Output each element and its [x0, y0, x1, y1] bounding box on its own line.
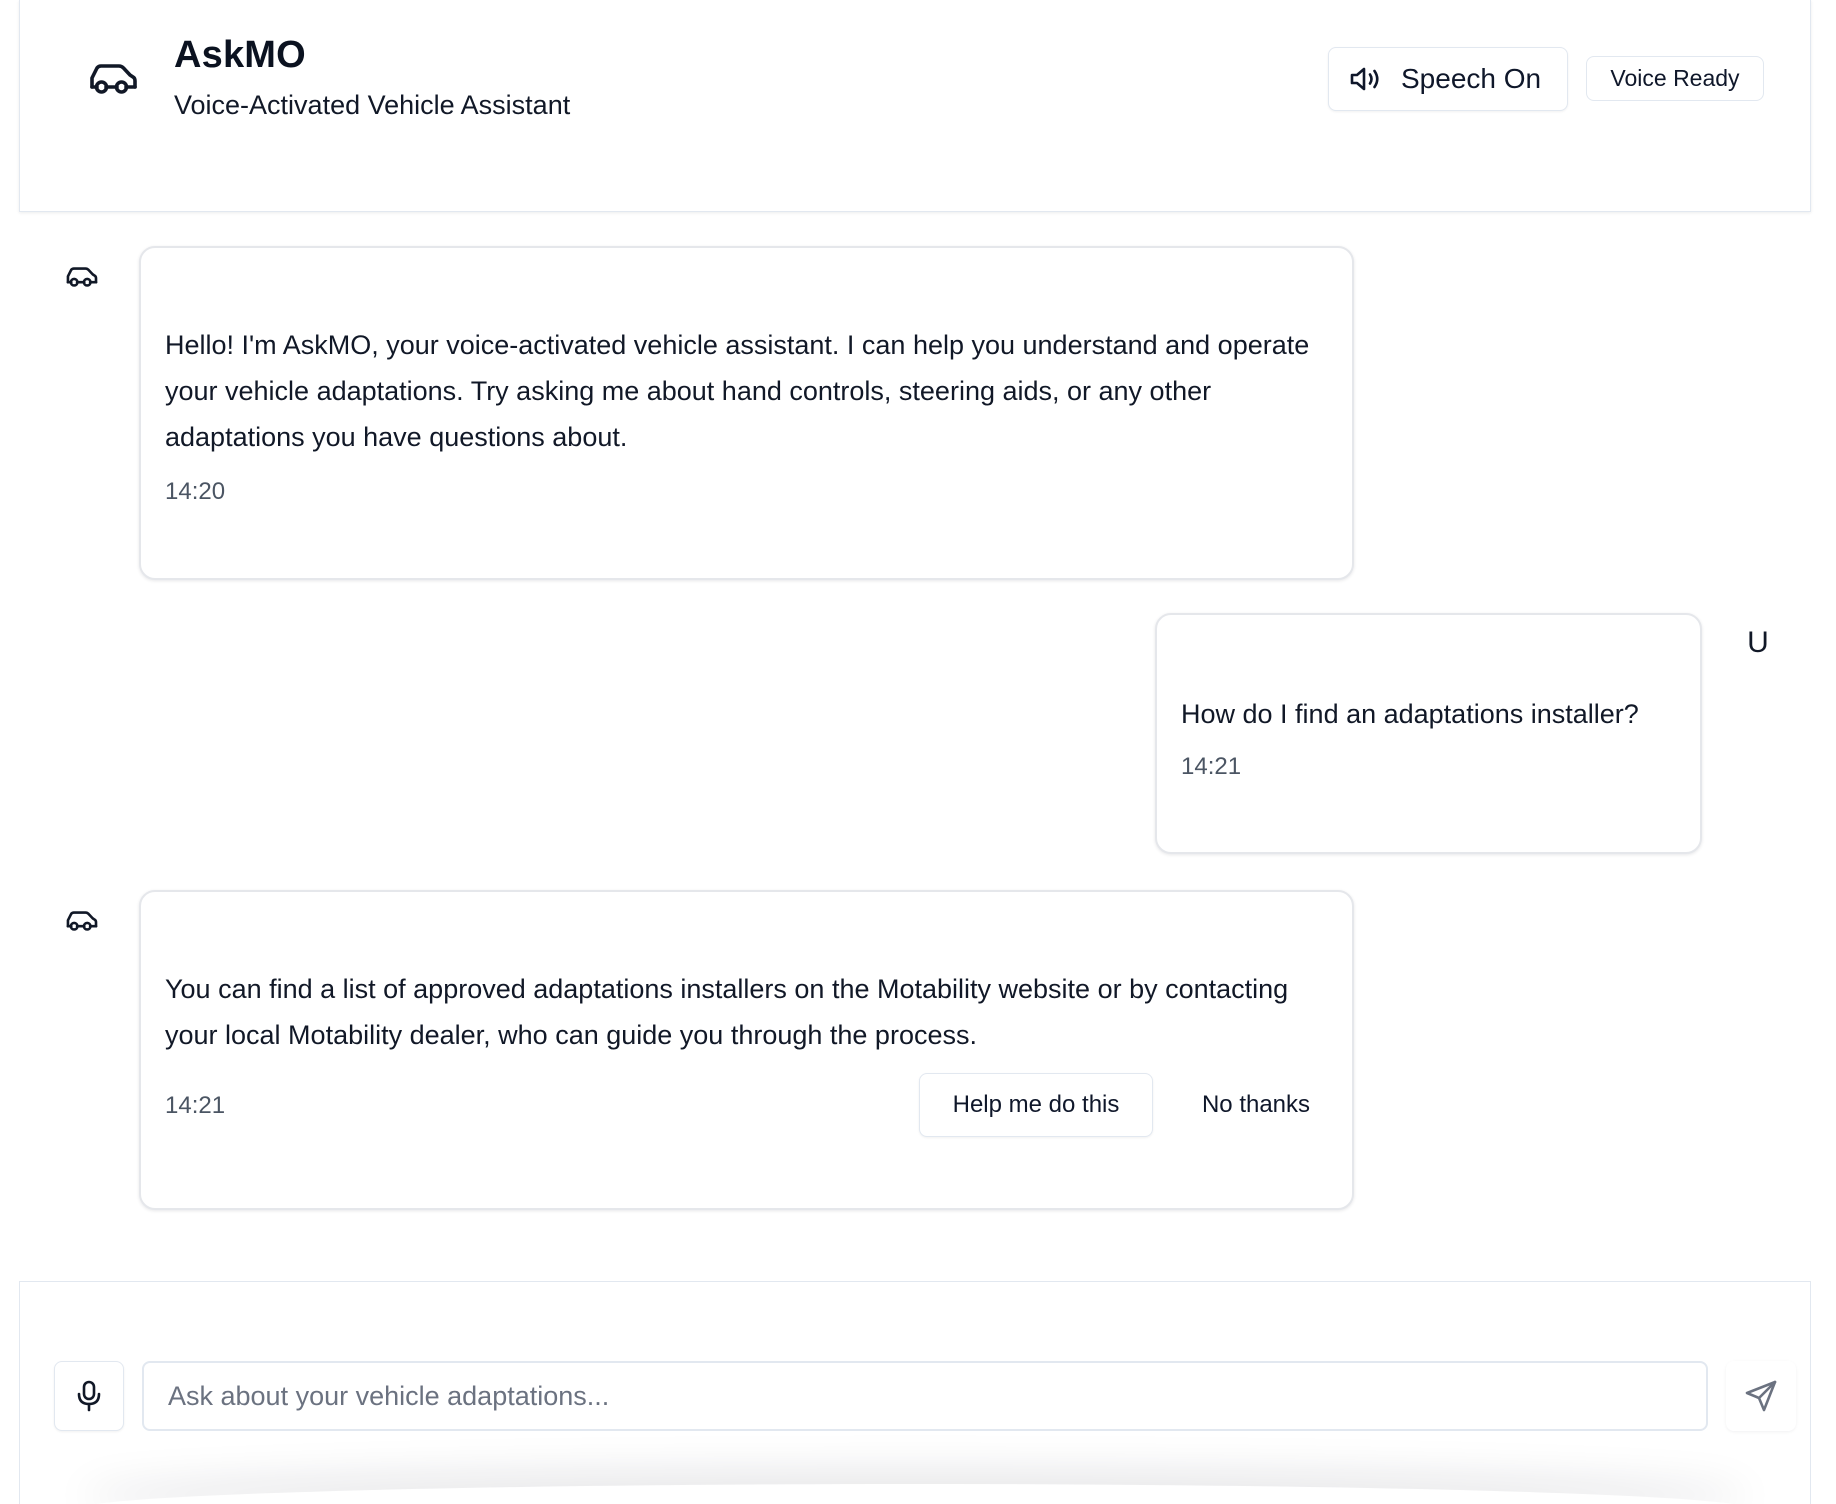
help-me-do-this-button[interactable]: Help me do this	[919, 1073, 1153, 1137]
message-timestamp: 14:21	[1181, 753, 1242, 780]
car-icon	[90, 64, 137, 94]
askmo-app: AskMO Voice-Activated Vehicle Assistant …	[0, 0, 1836, 1504]
speech-toggle-button[interactable]: Speech On	[1328, 47, 1568, 111]
app-subtitle: Voice-Activated Vehicle Assistant	[174, 90, 571, 120]
speaker-icon	[1350, 67, 1379, 91]
car-icon	[66, 267, 98, 287]
assistant-message: You can find a list of approved adaptati…	[139, 890, 1354, 1210]
send-icon	[1745, 1380, 1777, 1412]
user-message: How do I find an adaptations installer? …	[1155, 613, 1702, 854]
message-timestamp: 14:20	[165, 478, 226, 505]
message-text: You can find a list of approved adaptati…	[165, 974, 1289, 1050]
microphone-icon	[77, 1380, 101, 1412]
message-text: How do I find an adaptations installer?	[1181, 699, 1639, 729]
no-thanks-button[interactable]: No thanks	[1181, 1073, 1331, 1137]
message-text: Hello! I'm AskMO, your voice-activated v…	[165, 330, 1310, 452]
car-icon	[66, 911, 98, 931]
footer-shadow	[80, 1484, 1750, 1504]
speech-toggle-label: Speech On	[1401, 63, 1542, 94]
assistant-message: Hello! I'm AskMO, your voice-activated v…	[139, 246, 1354, 580]
user-avatar: U	[1747, 626, 1769, 659]
chat-input[interactable]	[142, 1361, 1708, 1431]
app-header: AskMO Voice-Activated Vehicle Assistant …	[19, 0, 1811, 212]
app-title: AskMO	[174, 34, 306, 76]
voice-status-badge: Voice Ready	[1586, 56, 1764, 101]
microphone-button[interactable]	[54, 1361, 124, 1431]
message-timestamp: 14:21	[165, 1092, 226, 1119]
chat-composer	[19, 1281, 1811, 1504]
send-button[interactable]	[1726, 1361, 1796, 1431]
